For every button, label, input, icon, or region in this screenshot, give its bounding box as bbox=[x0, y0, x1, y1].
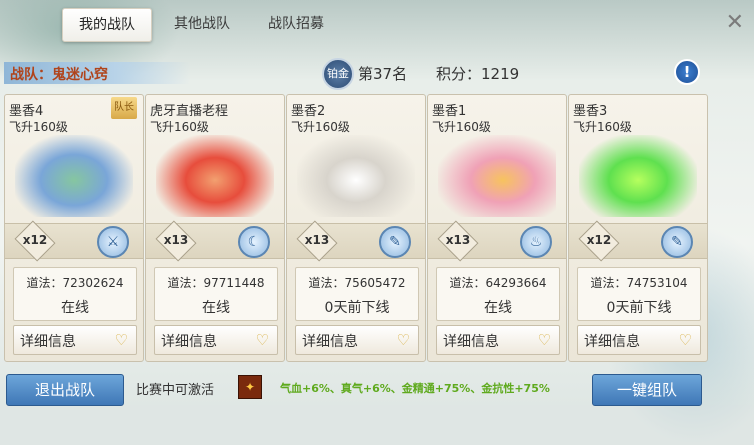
member-status: 在线 bbox=[484, 300, 512, 316]
detail-button[interactable]: 详细信息 ♡ bbox=[295, 325, 419, 355]
member-status: 在线 bbox=[202, 300, 230, 316]
one-key-team-button[interactable]: 一键组队 bbox=[592, 374, 702, 406]
member-name: 墨香4 bbox=[9, 104, 44, 119]
member-portrait bbox=[438, 135, 556, 217]
team-score: 积分：1219 bbox=[436, 65, 520, 83]
member-stats: 道法：74753104 0天前下线 bbox=[577, 267, 701, 321]
member-level: 飞升160级 bbox=[573, 120, 632, 134]
member-name: 虎牙直播老程 bbox=[150, 104, 229, 119]
member-stats: 道法：97711448 在线 bbox=[154, 267, 278, 321]
member-power: 道法：72302624 bbox=[26, 276, 124, 290]
member-status: 0天前下线 bbox=[324, 300, 390, 316]
member-card: 墨香1 飞升160级 x13 ♨ 道法：64293664 在线 详细信息 ♡ bbox=[427, 94, 567, 362]
member-card: 墨香4 飞升160级 队长 x12 ⚔ 道法：72302624 在线 详细信息 … bbox=[4, 94, 144, 362]
heart-icon: ♡ bbox=[537, 331, 551, 349]
heart-icon: ♡ bbox=[396, 331, 410, 349]
team-rank: 第37名 bbox=[358, 65, 408, 83]
multiplier-text: x12 bbox=[586, 233, 612, 247]
member-status: 在线 bbox=[61, 300, 89, 316]
buff-icon[interactable]: ✦ bbox=[238, 375, 262, 399]
activate-label: 比赛中可激活 bbox=[136, 383, 215, 398]
member-stats: 道法：75605472 0天前下线 bbox=[295, 267, 419, 321]
multiplier-text: x13 bbox=[304, 233, 330, 247]
member-status: 0天前下线 bbox=[606, 300, 672, 316]
member-portrait bbox=[579, 135, 697, 217]
detail-button[interactable]: 详细信息 ♡ bbox=[154, 325, 278, 355]
member-card: 墨香2 飞升160级 x13 ✎ 道法：75605472 0天前下线 详细信息 … bbox=[286, 94, 426, 362]
info-icon[interactable]: ! bbox=[674, 59, 700, 85]
member-portrait bbox=[297, 135, 415, 217]
member-stats: 道法：72302624 在线 bbox=[13, 267, 137, 321]
member-power: 道法：74753104 bbox=[590, 276, 688, 290]
detail-label: 详细信息 bbox=[20, 334, 76, 350]
detail-label: 详细信息 bbox=[443, 334, 499, 350]
team-name: 战队：鬼迷心窍 bbox=[10, 67, 108, 83]
member-power: 道法：75605472 bbox=[308, 276, 406, 290]
member-mid-bar: x13 ♨ bbox=[428, 220, 566, 262]
detail-label: 详细信息 bbox=[302, 334, 358, 350]
multiplier-text: x12 bbox=[22, 233, 48, 247]
member-power: 道法：64293664 bbox=[449, 276, 547, 290]
exit-team-button[interactable]: 退出战队 bbox=[6, 374, 124, 406]
detail-label: 详细信息 bbox=[161, 334, 217, 350]
member-mid-bar: x13 ☾ bbox=[146, 220, 284, 262]
member-stats: 道法：64293664 在线 bbox=[436, 267, 560, 321]
member-portrait bbox=[156, 135, 274, 217]
tab-bar: 我的战队 其他战队 战队招募 bbox=[62, 8, 340, 42]
buff-list: 气血+6%、真气+6%、金精通+75%、金抗性+75% bbox=[280, 382, 550, 395]
brush-icon: ✎ bbox=[661, 226, 693, 258]
member-mid-bar: x12 ⚔ bbox=[5, 220, 143, 262]
torch-icon: ♨ bbox=[520, 226, 552, 258]
captain-badge: 队长 bbox=[111, 97, 137, 119]
heart-icon: ♡ bbox=[255, 331, 269, 349]
member-level: 飞升160级 bbox=[9, 120, 68, 134]
member-name: 墨香2 bbox=[291, 104, 326, 119]
member-portrait bbox=[15, 135, 133, 217]
detail-button[interactable]: 详细信息 ♡ bbox=[13, 325, 137, 355]
member-level: 飞升160级 bbox=[291, 120, 350, 134]
tab-other-teams[interactable]: 其他战队 bbox=[158, 8, 246, 40]
detail-button[interactable]: 详细信息 ♡ bbox=[436, 325, 560, 355]
member-level: 飞升160级 bbox=[432, 120, 491, 134]
member-mid-bar: x13 ✎ bbox=[287, 220, 425, 262]
detail-button[interactable]: 详细信息 ♡ bbox=[577, 325, 701, 355]
tab-recruit[interactable]: 战队招募 bbox=[252, 8, 340, 40]
member-card: 虎牙直播老程 飞升160级 x13 ☾ 道法：97711448 在线 详细信息 … bbox=[145, 94, 285, 362]
tier-badge-icon: 铂金 bbox=[322, 58, 354, 90]
sickle-icon: ☾ bbox=[238, 226, 270, 258]
member-cards: 墨香4 飞升160级 队长 x12 ⚔ 道法：72302624 在线 详细信息 … bbox=[0, 94, 754, 364]
tab-my-team[interactable]: 我的战队 bbox=[62, 8, 152, 42]
member-name: 墨香1 bbox=[432, 104, 467, 119]
heart-icon: ♡ bbox=[678, 331, 692, 349]
axes-icon: ⚔ bbox=[97, 226, 129, 258]
brush-icon: ✎ bbox=[379, 226, 411, 258]
member-mid-bar: x12 ✎ bbox=[569, 220, 707, 262]
member-level: 飞升160级 bbox=[150, 120, 209, 134]
close-icon[interactable]: ✕ bbox=[726, 10, 744, 35]
member-card: 墨香3 飞升160级 x12 ✎ 道法：74753104 0天前下线 详细信息 … bbox=[568, 94, 708, 362]
heart-icon: ♡ bbox=[114, 331, 128, 349]
member-name: 墨香3 bbox=[573, 104, 608, 119]
multiplier-text: x13 bbox=[163, 233, 189, 247]
multiplier-text: x13 bbox=[445, 233, 471, 247]
team-name-bar: 战队：鬼迷心窍 bbox=[4, 62, 190, 84]
member-power: 道法：97711448 bbox=[167, 276, 265, 290]
detail-label: 详细信息 bbox=[584, 334, 640, 350]
